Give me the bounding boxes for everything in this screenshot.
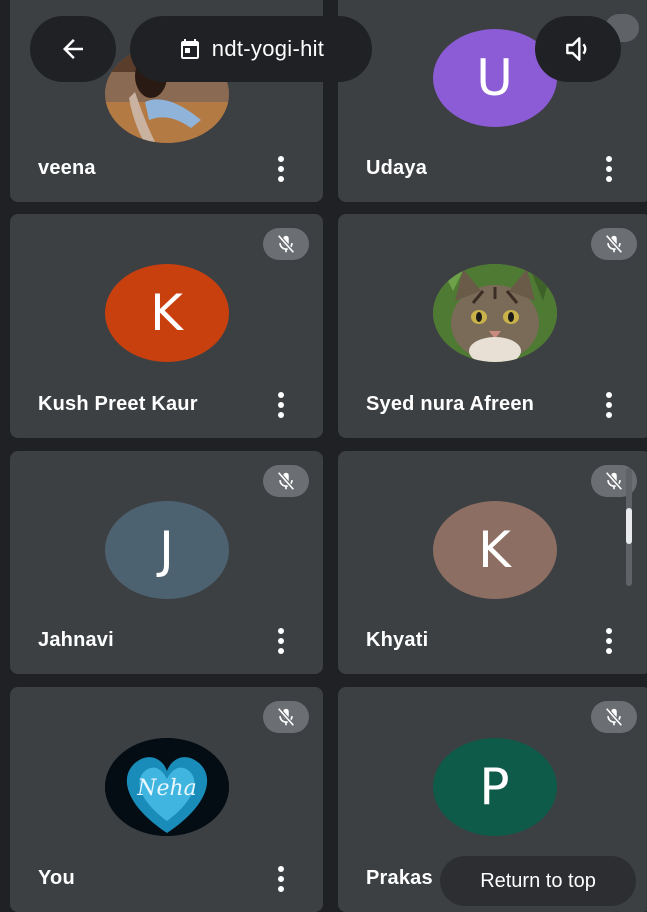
participant-name: You bbox=[38, 867, 75, 889]
participant-name: Syed nura Afreen bbox=[366, 393, 535, 415]
mic-off-badge bbox=[591, 228, 637, 260]
mic-off-icon bbox=[277, 707, 295, 727]
participant-name: Udaya bbox=[366, 157, 428, 179]
mic-off-badge bbox=[263, 701, 309, 733]
avatar-initial: J bbox=[104, 500, 229, 599]
participant-name: veena bbox=[38, 157, 96, 179]
mic-off-icon bbox=[605, 707, 623, 727]
more-options-icon[interactable] bbox=[273, 626, 289, 656]
scrollbar-thumb[interactable] bbox=[626, 508, 632, 544]
speaker-icon bbox=[566, 37, 587, 61]
avatar-initial: P bbox=[432, 737, 557, 836]
mic-off-badge bbox=[263, 228, 309, 260]
participant-name: Jahnavi bbox=[38, 629, 114, 651]
participant-tile[interactable]: J Jahnavi bbox=[10, 451, 323, 674]
audio-output-button[interactable] bbox=[535, 16, 621, 82]
more-options-icon[interactable] bbox=[601, 154, 617, 184]
more-options-icon[interactable] bbox=[273, 154, 289, 184]
avatar-initial: K bbox=[432, 500, 557, 599]
avatar-photo bbox=[432, 264, 557, 362]
more-options-icon[interactable] bbox=[273, 864, 289, 894]
participant-tile[interactable]: K Khyati bbox=[338, 451, 647, 674]
avatar-letter: J bbox=[159, 520, 174, 579]
kitten-photo bbox=[432, 264, 557, 362]
mic-off-icon bbox=[605, 234, 623, 254]
return-to-top-button[interactable]: Return to top bbox=[440, 856, 636, 906]
arrow-left-icon bbox=[63, 39, 83, 59]
participant-tile[interactable]: K Kush Preet Kaur bbox=[10, 214, 323, 438]
more-options-icon[interactable] bbox=[601, 626, 617, 656]
participant-tile[interactable]: Syed nura Afreen bbox=[338, 214, 647, 438]
avatar-letter: P bbox=[479, 757, 510, 816]
avatar-letter: K bbox=[150, 284, 183, 342]
mic-off-icon bbox=[277, 234, 295, 254]
mic-off-badge bbox=[263, 465, 309, 497]
more-options-icon[interactable] bbox=[601, 390, 617, 420]
meeting-info-chip[interactable]: ndt-yogi-hit bbox=[130, 16, 372, 82]
meeting-code: ndt-yogi-hit bbox=[211, 36, 325, 61]
avatar-photo: Neha bbox=[104, 737, 229, 836]
more-options-icon[interactable] bbox=[273, 390, 289, 420]
avatar-initial: K bbox=[104, 264, 229, 362]
heart-art-caption: Neha bbox=[136, 776, 197, 801]
heart-art-photo: Neha bbox=[104, 737, 229, 836]
avatar-letter: U bbox=[476, 49, 513, 107]
calendar-icon bbox=[180, 39, 199, 59]
participant-name: Prakas bbox=[366, 867, 433, 889]
mic-off-icon bbox=[605, 471, 623, 491]
participant-tile[interactable]: Neha You bbox=[10, 687, 323, 912]
mic-off-icon bbox=[277, 471, 295, 491]
participant-name: Kush Preet Kaur bbox=[38, 393, 198, 415]
avatar-letter: K bbox=[478, 520, 511, 579]
back-button[interactable] bbox=[30, 16, 116, 82]
meet-participant-grid: veena U Udaya K Kush Preet Kaur Syed nur… bbox=[0, 0, 647, 912]
participant-name: Khyati bbox=[366, 629, 429, 651]
mic-off-badge bbox=[591, 701, 637, 733]
